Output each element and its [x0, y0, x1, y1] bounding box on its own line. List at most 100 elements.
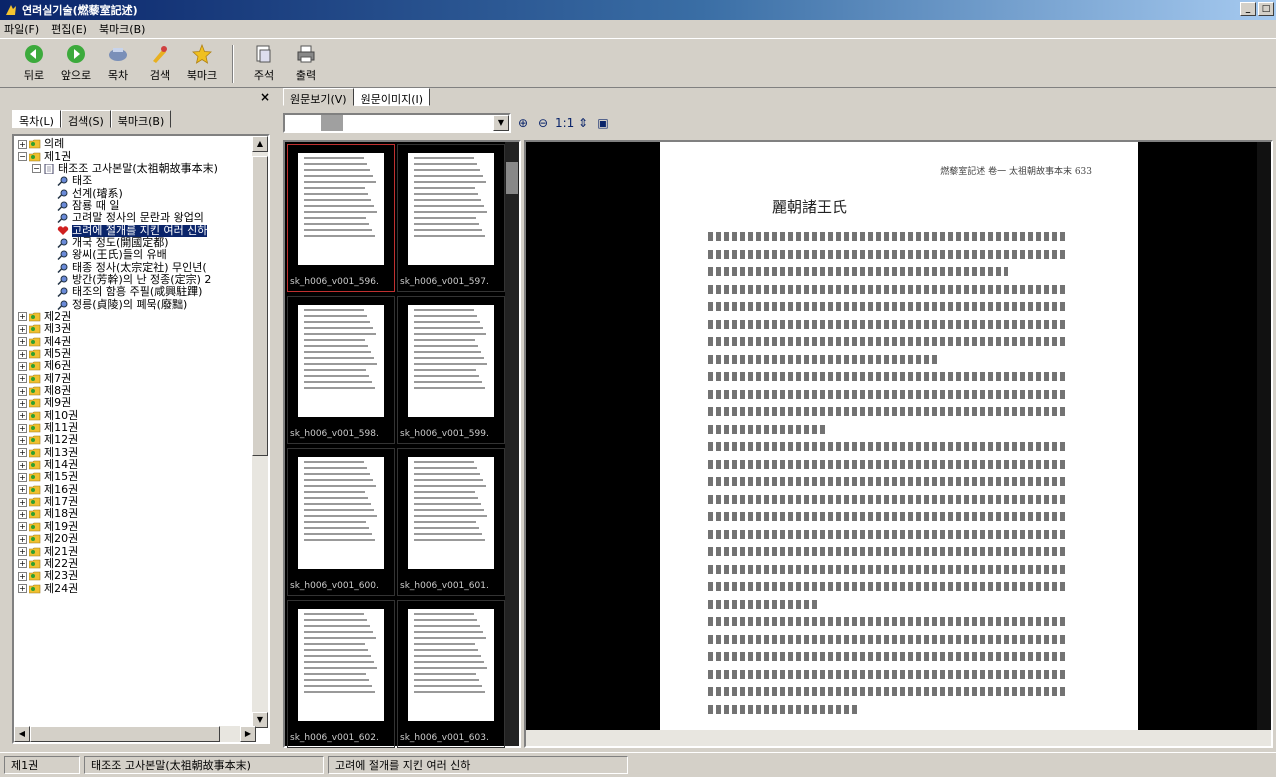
- page-thumbnail[interactable]: sk_h006_v001_596.: [287, 144, 395, 292]
- scroll-left-button[interactable]: ◀: [14, 726, 30, 742]
- zoom-out-icon[interactable]: ⊖: [535, 115, 551, 131]
- tree-item[interactable]: + 제3권: [14, 323, 256, 335]
- save-icon[interactable]: ▣: [595, 115, 611, 131]
- toc-button[interactable]: 목차: [102, 43, 134, 83]
- menu-edit[interactable]: 편집(E): [51, 21, 87, 37]
- expand-icon[interactable]: +: [18, 559, 27, 569]
- bookmark-button[interactable]: 북마크: [186, 43, 218, 83]
- tab-bookmark[interactable]: 북마크(B): [110, 110, 172, 128]
- tree-item[interactable]: + 제24권: [14, 582, 256, 594]
- expand-icon[interactable]: +: [18, 472, 27, 482]
- toc-tree[interactable]: + 의례 − 제1권 − 태조조 고사본말(太祖朝故事本末) 태조 선계(璿系) 잠룡 때 일고…: [12, 134, 270, 744]
- tree-item[interactable]: 선계(璿系): [14, 187, 256, 199]
- expand-icon[interactable]: +: [18, 509, 27, 519]
- tree-item[interactable]: + 제21권: [14, 545, 256, 557]
- tree-item[interactable]: + 제2권: [14, 310, 256, 323]
- zoom-in-icon[interactable]: ⊕: [515, 115, 531, 131]
- expand-icon[interactable]: +: [18, 460, 27, 470]
- tree-item[interactable]: 정릉(貞陵)의 폐묵(廢黜): [14, 298, 256, 310]
- image-viewer[interactable]: 燃藜室記述 卷一 太祖朝故事本末 633 麗朝諸王氏: [524, 140, 1273, 748]
- expand-icon[interactable]: +: [18, 324, 27, 334]
- expand-icon[interactable]: +: [18, 534, 27, 544]
- tree-item[interactable]: + 제11권: [14, 422, 256, 434]
- tree-item[interactable]: 고려말 정사의 문란과 왕업의: [14, 212, 256, 224]
- tree-item[interactable]: 태조의 함흥 주필(咸興駐蹕): [14, 286, 256, 298]
- menu-bookmark[interactable]: 북마크(B): [99, 21, 146, 37]
- expand-icon[interactable]: +: [18, 522, 27, 532]
- collapse-icon[interactable]: −: [32, 164, 41, 174]
- page-slider[interactable]: ▼: [283, 113, 511, 133]
- tree-item[interactable]: + 제22권: [14, 557, 256, 570]
- menu-file[interactable]: 파일(F): [4, 21, 39, 37]
- tree-item[interactable]: − 태조조 고사본말(太祖朝故事本末): [14, 162, 256, 175]
- tree-item[interactable]: + 제10권: [14, 409, 256, 422]
- tree-item[interactable]: 왕씨(王氏)들의 유배: [14, 249, 256, 261]
- viewer-horizontal-scrollbar[interactable]: [526, 730, 1271, 746]
- tab-text-view[interactable]: 원문보기(V): [283, 88, 354, 106]
- fit-icon[interactable]: ⇕: [575, 115, 591, 131]
- expand-icon[interactable]: +: [18, 398, 27, 408]
- tree-item[interactable]: + 제12권: [14, 434, 256, 446]
- tree-item[interactable]: + 제5권: [14, 348, 256, 360]
- thumbnail-scrollbar[interactable]: [505, 142, 519, 746]
- tree-item[interactable]: 개국 정도(開國定都): [14, 236, 256, 249]
- hscroll-thumb[interactable]: [30, 726, 220, 742]
- tree-item[interactable]: + 제8권: [14, 385, 256, 397]
- expand-icon[interactable]: +: [18, 497, 27, 507]
- tree-vertical-scrollbar[interactable]: ▲ ▼: [252, 136, 268, 728]
- tree-item[interactable]: + 제20권: [14, 533, 256, 545]
- tab-search[interactable]: 검색(S): [60, 110, 111, 128]
- tree-item[interactable]: + 제15권: [14, 471, 256, 483]
- tree-item[interactable]: 태조: [14, 175, 256, 187]
- chevron-down-icon[interactable]: ▼: [493, 115, 509, 131]
- note-button[interactable]: 주석: [248, 43, 280, 83]
- page-thumbnail[interactable]: sk_h006_v001_602.: [287, 600, 395, 748]
- tree-item[interactable]: + 제14권: [14, 459, 256, 471]
- tab-image-view[interactable]: 원문이미지(I): [353, 88, 431, 106]
- page-thumbnail[interactable]: sk_h006_v001_600.: [287, 448, 395, 596]
- tree-item[interactable]: + 제4권: [14, 335, 256, 348]
- expand-icon[interactable]: +: [18, 374, 27, 384]
- tree-item[interactable]: 태종 정사(太宗定社) 무인년(: [14, 261, 256, 273]
- tree-item[interactable]: + 제19권: [14, 520, 256, 533]
- minimize-button[interactable]: _: [1240, 2, 1256, 16]
- expand-icon[interactable]: +: [18, 435, 27, 445]
- scroll-thumb[interactable]: [252, 156, 268, 456]
- search-button[interactable]: 검색: [144, 43, 176, 83]
- expand-icon[interactable]: +: [18, 312, 27, 322]
- tree-item[interactable]: + 제16권: [14, 483, 256, 496]
- tree-horizontal-scrollbar[interactable]: ◀ ▶: [14, 726, 256, 742]
- page-thumbnail[interactable]: sk_h006_v001_603.: [397, 600, 505, 748]
- expand-icon[interactable]: +: [18, 349, 27, 359]
- tree-item[interactable]: − 제1권: [14, 150, 256, 162]
- tree-item[interactable]: + 제17권: [14, 496, 256, 508]
- expand-icon[interactable]: +: [18, 584, 27, 594]
- actual-size-button[interactable]: 1:1: [555, 115, 574, 131]
- expand-icon[interactable]: +: [18, 337, 27, 347]
- expand-icon[interactable]: +: [18, 423, 27, 433]
- tree-item[interactable]: + 제18권: [14, 508, 256, 520]
- expand-icon[interactable]: +: [18, 386, 27, 396]
- page-thumbnail[interactable]: sk_h006_v001_598.: [287, 296, 395, 444]
- page-thumbnail[interactable]: sk_h006_v001_601.: [397, 448, 505, 596]
- tree-item[interactable]: + 제13권: [14, 446, 256, 459]
- maximize-button[interactable]: □: [1258, 2, 1274, 16]
- tree-item[interactable]: 고려에 절개를 지킨 여러 신하: [14, 224, 256, 237]
- scroll-right-button[interactable]: ▶: [240, 726, 256, 742]
- tree-item[interactable]: + 제9권: [14, 397, 256, 409]
- thumbnail-scroll-thumb[interactable]: [506, 162, 518, 194]
- page-thumbnail[interactable]: sk_h006_v001_599.: [397, 296, 505, 444]
- expand-icon[interactable]: +: [18, 448, 27, 458]
- tree-item[interactable]: + 제7권: [14, 372, 256, 385]
- tree-item[interactable]: 잠룡 때 일: [14, 199, 256, 212]
- page-slider-handle[interactable]: [321, 115, 343, 131]
- expand-icon[interactable]: +: [18, 571, 27, 581]
- tree-item[interactable]: + 제6권: [14, 360, 256, 372]
- close-panel-button[interactable]: ×: [260, 90, 270, 104]
- viewer-vertical-scrollbar[interactable]: [1257, 142, 1271, 746]
- page-thumbnail[interactable]: sk_h006_v001_597.: [397, 144, 505, 292]
- expand-icon[interactable]: +: [18, 139, 27, 149]
- print-button[interactable]: 출력: [290, 43, 322, 83]
- tree-item[interactable]: + 의례: [14, 138, 256, 150]
- expand-icon[interactable]: +: [18, 411, 27, 421]
